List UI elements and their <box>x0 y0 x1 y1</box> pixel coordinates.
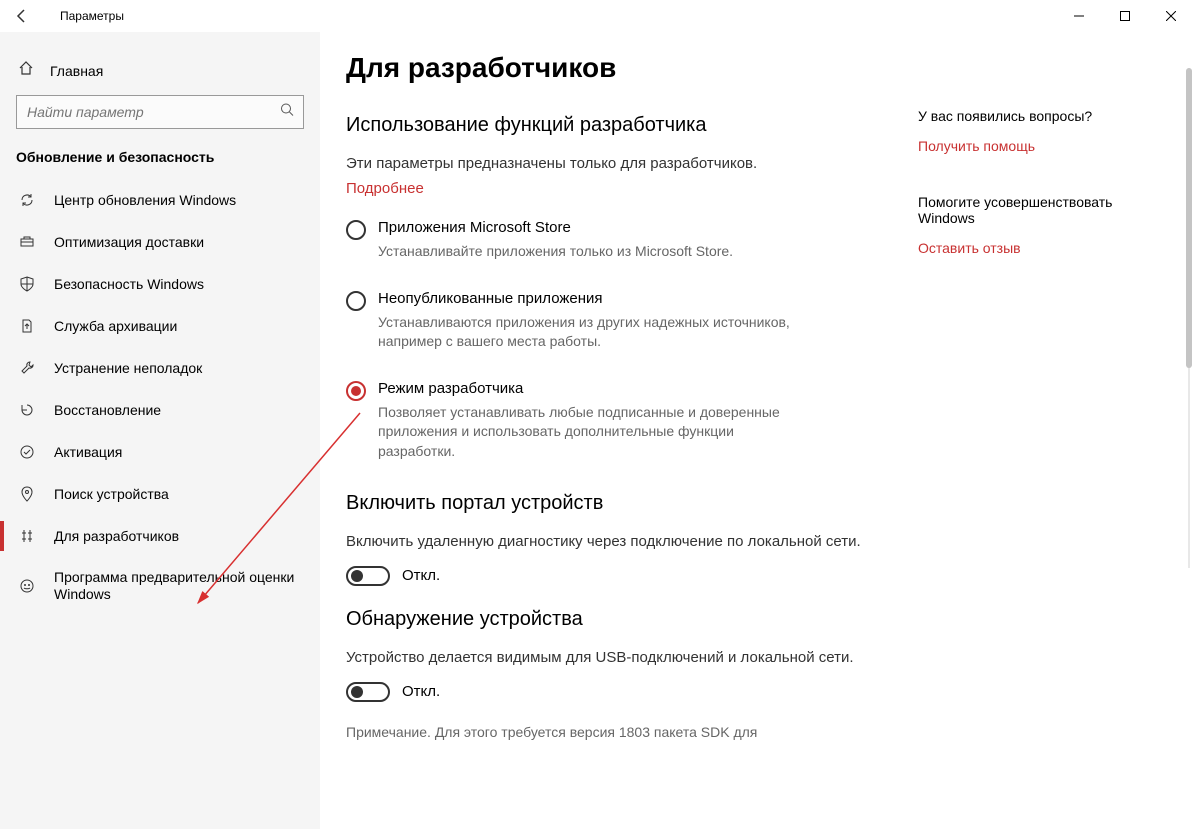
sidebar-home[interactable]: Главная <box>0 52 320 95</box>
main-content: Для разработчиков Использование функций … <box>346 52 911 829</box>
sidebar-item-security[interactable]: Безопасность Windows <box>0 263 320 305</box>
device-discovery-heading: Обнаружение устройства <box>346 608 891 631</box>
developers-icon <box>18 527 36 545</box>
questions-heading: У вас появились вопросы? <box>918 108 1158 124</box>
get-help-link[interactable]: Получить помощь <box>918 138 1158 154</box>
feedback-heading: Помогите усовершенствовать Windows <box>918 194 1158 226</box>
aside-panel: У вас появились вопросы? Получить помощь… <box>918 108 1158 296</box>
sidebar-item-label: Оптимизация доставки <box>54 234 204 251</box>
sidebar-item-label: Поиск устройства <box>54 486 169 503</box>
location-icon <box>18 485 36 503</box>
recovery-icon <box>18 401 36 419</box>
toggle-label: Откл. <box>402 567 440 584</box>
sidebar-item-troubleshoot[interactable]: Устранение неполадок <box>0 347 320 389</box>
device-discovery-desc: Устройство делается видимым для USB-подк… <box>346 647 891 668</box>
sidebar-home-label: Главная <box>50 63 103 79</box>
sidebar-item-label: Восстановление <box>54 402 161 419</box>
sidebar: Главная Обновление и безопасность Центр … <box>0 32 320 829</box>
feedback-link[interactable]: Оставить отзыв <box>918 240 1158 256</box>
radio-desc: Устанавливайте приложения только из Micr… <box>378 242 798 262</box>
window-title: Параметры <box>54 9 124 23</box>
backup-icon <box>18 317 36 335</box>
sidebar-section-heading: Обновление и безопасность <box>0 147 320 179</box>
wrench-icon <box>18 359 36 377</box>
device-portal-toggle[interactable] <box>346 566 390 586</box>
sidebar-item-developers[interactable]: Для разработчиков <box>0 515 320 557</box>
learn-more-link[interactable]: Подробнее <box>346 180 424 197</box>
radio-label: Неопубликованные приложения <box>378 290 891 307</box>
toggle-label: Откл. <box>402 683 440 700</box>
shield-icon <box>18 275 36 293</box>
radio-label: Приложения Microsoft Store <box>378 219 891 236</box>
radio-icon <box>346 381 366 401</box>
delivery-icon <box>18 233 36 251</box>
radio-icon <box>346 220 366 240</box>
sidebar-item-insider[interactable]: Программа предварительной оценки Windows <box>0 557 320 615</box>
sidebar-item-label: Центр обновления Windows <box>54 192 236 209</box>
sidebar-item-recovery[interactable]: Восстановление <box>0 389 320 431</box>
sync-icon <box>18 191 36 209</box>
radio-desc: Позволяет устанавливать любые подписанны… <box>378 403 798 462</box>
scrollbar[interactable] <box>1182 68 1192 568</box>
sidebar-item-label: Устранение неполадок <box>54 360 202 377</box>
device-portal-desc: Включить удаленную диагностику через под… <box>346 531 891 552</box>
scroll-thumb[interactable] <box>1186 68 1192 368</box>
insider-icon <box>18 577 36 595</box>
search-icon <box>280 103 294 122</box>
dev-features-desc: Эти параметры предназначены только для р… <box>346 153 891 174</box>
sidebar-item-find-device[interactable]: Поиск устройства <box>0 473 320 515</box>
device-discovery-toggle[interactable] <box>346 682 390 702</box>
radio-sideload[interactable]: Неопубликованные приложения Устанавливаю… <box>346 290 891 374</box>
home-icon <box>18 60 34 81</box>
sidebar-item-activation[interactable]: Активация <box>0 431 320 473</box>
sidebar-item-label: Активация <box>54 444 122 461</box>
radio-developer-mode[interactable]: Режим разработчика Позволяет устанавлива… <box>346 380 891 484</box>
page-title: Для разработчиков <box>346 52 891 84</box>
radio-desc: Устанавливаются приложения из других над… <box>378 313 798 352</box>
radio-icon <box>346 291 366 311</box>
minimize-button[interactable] <box>1056 0 1102 32</box>
sidebar-item-label: Программа предварительной оценки Windows <box>54 569 302 603</box>
sidebar-item-backup[interactable]: Служба архивации <box>0 305 320 347</box>
titlebar: Параметры <box>0 0 1194 32</box>
sidebar-item-label: Служба архивации <box>54 318 177 335</box>
sidebar-item-label: Для разработчиков <box>54 528 179 545</box>
sidebar-item-label: Безопасность Windows <box>54 276 204 293</box>
sidebar-item-delivery[interactable]: Оптимизация доставки <box>0 221 320 263</box>
dev-features-heading: Использование функций разработчика <box>346 114 891 137</box>
device-portal-heading: Включить портал устройств <box>346 492 891 515</box>
sidebar-item-update[interactable]: Центр обновления Windows <box>0 179 320 221</box>
search-input[interactable] <box>16 95 304 129</box>
maximize-button[interactable] <box>1102 0 1148 32</box>
close-button[interactable] <box>1148 0 1194 32</box>
radio-label: Режим разработчика <box>378 380 891 397</box>
radio-store-apps[interactable]: Приложения Microsoft Store Устанавливайт… <box>346 219 891 284</box>
back-button[interactable] <box>10 4 34 28</box>
check-circle-icon <box>18 443 36 461</box>
discovery-note: Примечание. Для этого требуется версия 1… <box>346 724 891 740</box>
